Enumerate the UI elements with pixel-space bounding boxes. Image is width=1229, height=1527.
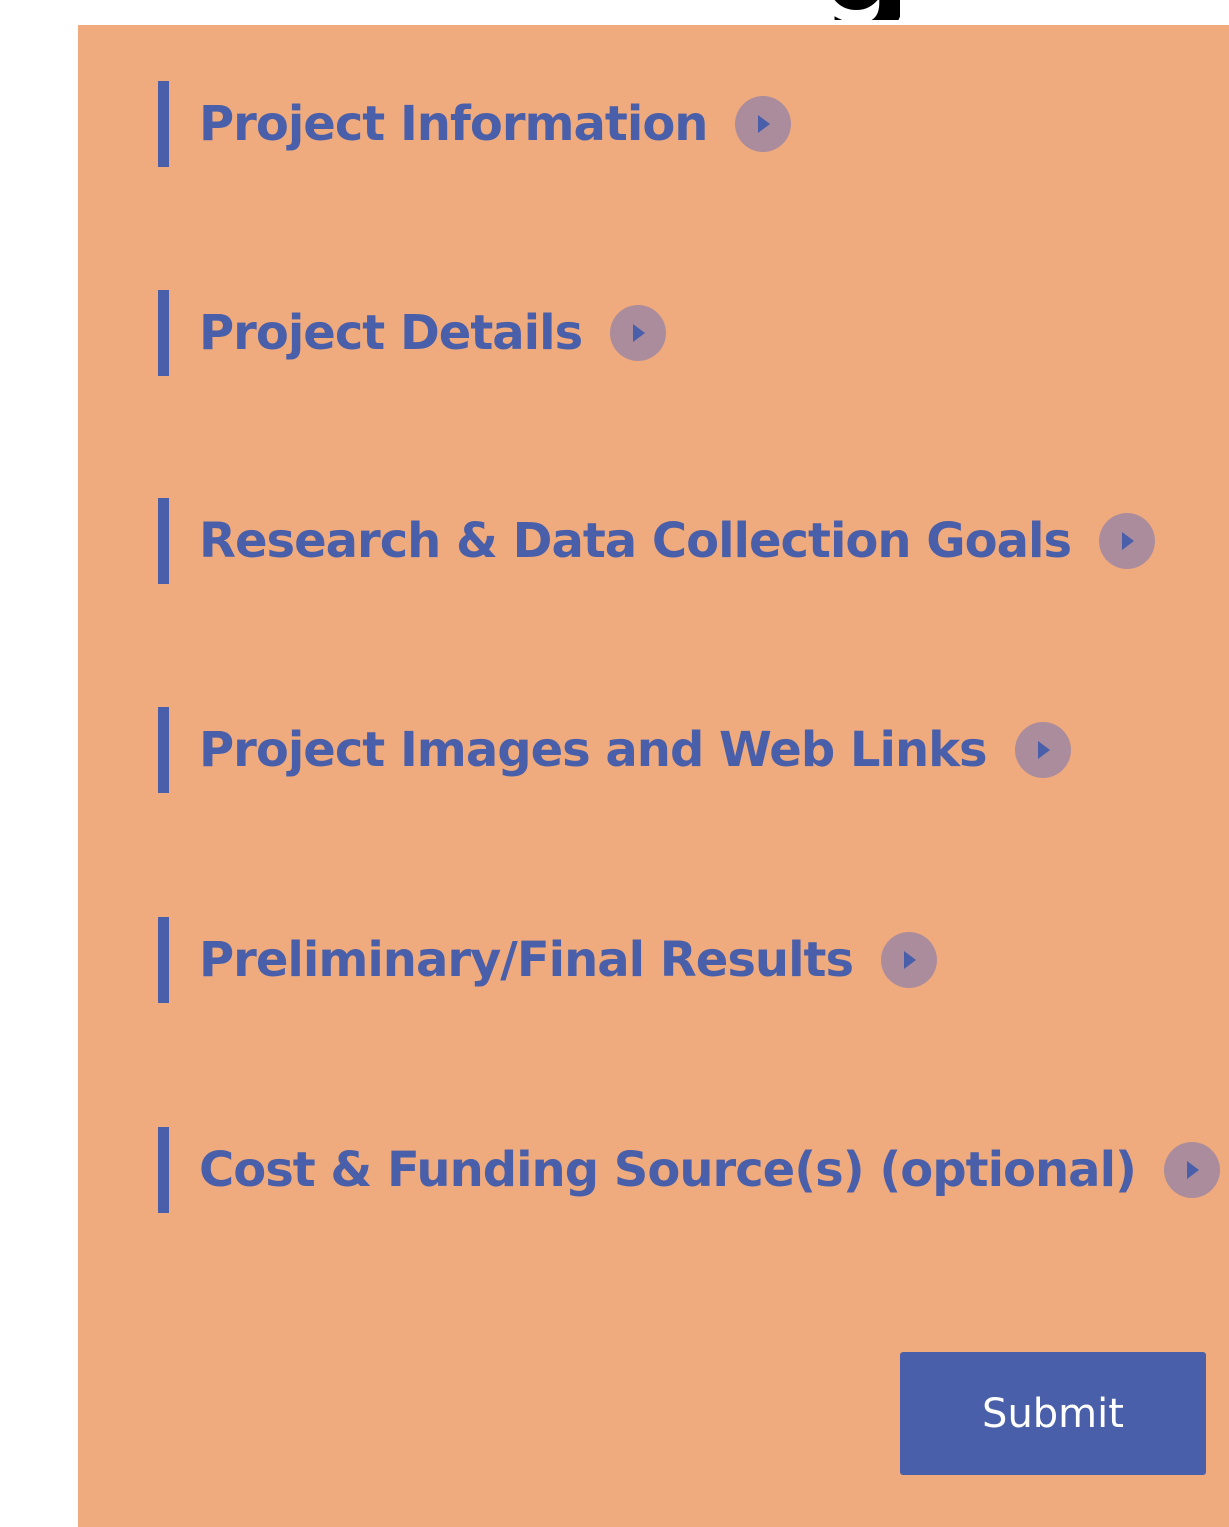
section-research-data-collection-goals[interactable]: Research & Data Collection Goals xyxy=(158,498,1156,584)
section-project-information[interactable]: Project Information xyxy=(158,81,792,167)
chevron-right-circle-icon[interactable] xyxy=(735,96,792,152)
chevron-right-circle-icon[interactable] xyxy=(881,932,938,988)
section-project-images-web-links[interactable]: Project Images and Web Links xyxy=(158,707,1071,793)
section-accent-bar xyxy=(158,1127,169,1213)
chevron-right-circle-icon[interactable] xyxy=(1163,1142,1220,1198)
submit-button[interactable]: Submit xyxy=(900,1352,1206,1475)
form-sections-panel: Project Information Project Details Rese… xyxy=(78,25,1229,1527)
section-accent-bar xyxy=(158,498,169,584)
section-cost-funding-sources[interactable]: Cost & Funding Source(s) (optional) xyxy=(158,1127,1220,1213)
section-label: Project Images and Web Links xyxy=(199,722,988,778)
section-accent-bar xyxy=(158,707,169,793)
section-preliminary-final-results[interactable]: Preliminary/Final Results xyxy=(158,917,938,1003)
section-project-details[interactable]: Project Details xyxy=(158,290,667,376)
chevron-right-circle-icon[interactable] xyxy=(610,305,667,361)
cropped-heading-fragment: g xyxy=(820,0,900,20)
section-label: Preliminary/Final Results xyxy=(199,932,854,988)
section-accent-bar xyxy=(158,81,169,167)
section-label: Project Information xyxy=(199,96,708,152)
section-label: Cost & Funding Source(s) (optional) xyxy=(199,1142,1137,1198)
section-label: Project Details xyxy=(199,305,583,361)
chevron-right-circle-icon[interactable] xyxy=(1099,513,1156,569)
section-accent-bar xyxy=(158,290,169,376)
section-accent-bar xyxy=(158,917,169,1003)
page: g Project Information Project Details Re… xyxy=(0,0,1229,1527)
section-label: Research & Data Collection Goals xyxy=(199,513,1072,569)
chevron-right-circle-icon[interactable] xyxy=(1014,722,1071,778)
